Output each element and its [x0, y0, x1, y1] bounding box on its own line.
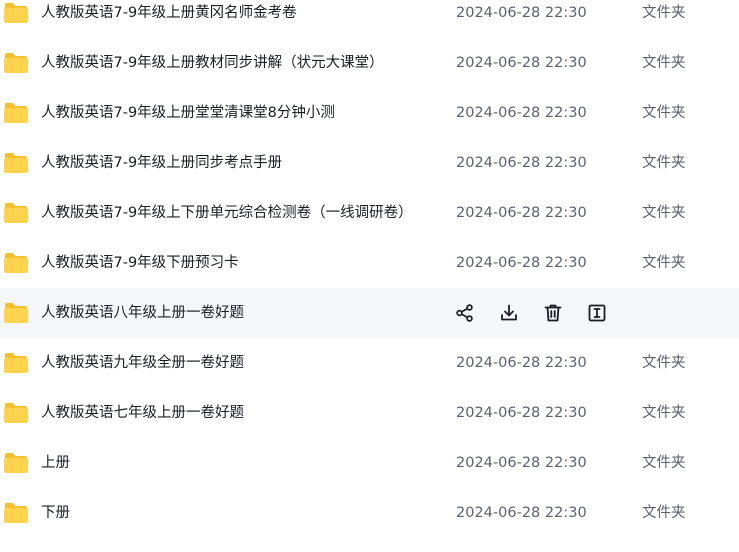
list-item[interactable]: 人教版英语7-9年级下册预习卡 2024-06-28 22:30 文件夹 — [0, 238, 739, 288]
file-name[interactable]: 下册 — [41, 488, 70, 538]
folder-icon — [3, 52, 29, 74]
modified-time: 2024-06-28 22:30 — [456, 455, 587, 471]
file-name[interactable]: 人教版英语7-9年级下册预习卡 — [41, 238, 239, 288]
modified-time: 2024-06-28 22:30 — [456, 55, 587, 71]
file-name[interactable]: 人教版英语八年级上册一卷好题 — [41, 288, 244, 338]
list-item[interactable]: 上册 2024-06-28 22:30 文件夹 — [0, 438, 739, 488]
list-item[interactable]: 人教版英语七年级上册一卷好题 2024-06-28 22:30 文件夹 — [0, 388, 739, 438]
modified-time: 2024-06-28 22:30 — [456, 155, 587, 171]
folder-icon — [3, 202, 29, 224]
download-icon[interactable] — [498, 302, 520, 324]
modified-time: 2024-06-28 22:30 — [456, 5, 587, 21]
file-list: 人教版英语7-9年级上册黄冈名师金考卷 2024-06-28 22:30 文件夹… — [0, 0, 739, 538]
list-item[interactable]: 人教版英语7-9年级上册黄冈名师金考卷 2024-06-28 22:30 文件夹 — [0, 0, 739, 38]
list-item[interactable]: 人教版英语九年级全册一卷好题 2024-06-28 22:30 文件夹 — [0, 338, 739, 388]
file-name[interactable]: 人教版英语7-9年级上册堂堂清课堂8分钟小测 — [41, 88, 335, 138]
folder-icon — [3, 302, 29, 324]
folder-icon — [3, 352, 29, 374]
modified-time: 2024-06-28 22:30 — [456, 355, 587, 371]
folder-icon — [3, 152, 29, 174]
file-type: 文件夹 — [642, 205, 686, 221]
file-type: 文件夹 — [642, 255, 686, 271]
file-name[interactable]: 人教版英语7-9年级上下册单元综合检测卷（一线调研卷） — [41, 188, 413, 238]
folder-icon — [3, 452, 29, 474]
file-type: 文件夹 — [642, 155, 686, 171]
file-type: 文件夹 — [642, 405, 686, 421]
list-item[interactable]: 人教版英语7-9年级上下册单元综合检测卷（一线调研卷） 2024-06-28 2… — [0, 188, 739, 238]
folder-icon — [3, 502, 29, 524]
rename-icon[interactable] — [586, 302, 608, 324]
list-item[interactable]: 下册 2024-06-28 22:30 文件夹 — [0, 488, 739, 538]
file-type: 文件夹 — [642, 355, 686, 371]
file-type: 文件夹 — [642, 455, 686, 471]
file-type: 文件夹 — [642, 5, 686, 21]
file-name[interactable]: 人教版英语7-9年级上册同步考点手册 — [41, 138, 282, 188]
file-name[interactable]: 人教版英语九年级全册一卷好题 — [41, 338, 244, 388]
file-name[interactable]: 人教版英语7-9年级上册黄冈名师金考卷 — [41, 0, 297, 38]
file-name[interactable]: 人教版英语7-9年级上册教材同步讲解（状元大课堂） — [41, 38, 384, 88]
file-type: 文件夹 — [642, 505, 686, 521]
modified-time: 2024-06-28 22:30 — [456, 105, 587, 121]
list-item-hovered[interactable]: 人教版英语八年级上册一卷好题 — [0, 288, 739, 338]
delete-icon[interactable] — [542, 302, 564, 324]
modified-time: 2024-06-28 22:30 — [456, 405, 587, 421]
row-actions — [454, 302, 608, 324]
folder-icon — [3, 102, 29, 124]
share-icon[interactable] — [454, 302, 476, 324]
list-item[interactable]: 人教版英语7-9年级上册同步考点手册 2024-06-28 22:30 文件夹 — [0, 138, 739, 188]
modified-time: 2024-06-28 22:30 — [456, 255, 587, 271]
modified-time: 2024-06-28 22:30 — [456, 505, 587, 521]
folder-icon — [3, 2, 29, 24]
file-type: 文件夹 — [642, 55, 686, 71]
folder-icon — [3, 252, 29, 274]
file-type: 文件夹 — [642, 105, 686, 121]
file-name[interactable]: 上册 — [41, 438, 70, 488]
list-item[interactable]: 人教版英语7-9年级上册教材同步讲解（状元大课堂） 2024-06-28 22:… — [0, 38, 739, 88]
folder-icon — [3, 402, 29, 424]
modified-time: 2024-06-28 22:30 — [456, 205, 587, 221]
list-item[interactable]: 人教版英语7-9年级上册堂堂清课堂8分钟小测 2024-06-28 22:30 … — [0, 88, 739, 138]
file-name[interactable]: 人教版英语七年级上册一卷好题 — [41, 388, 244, 438]
